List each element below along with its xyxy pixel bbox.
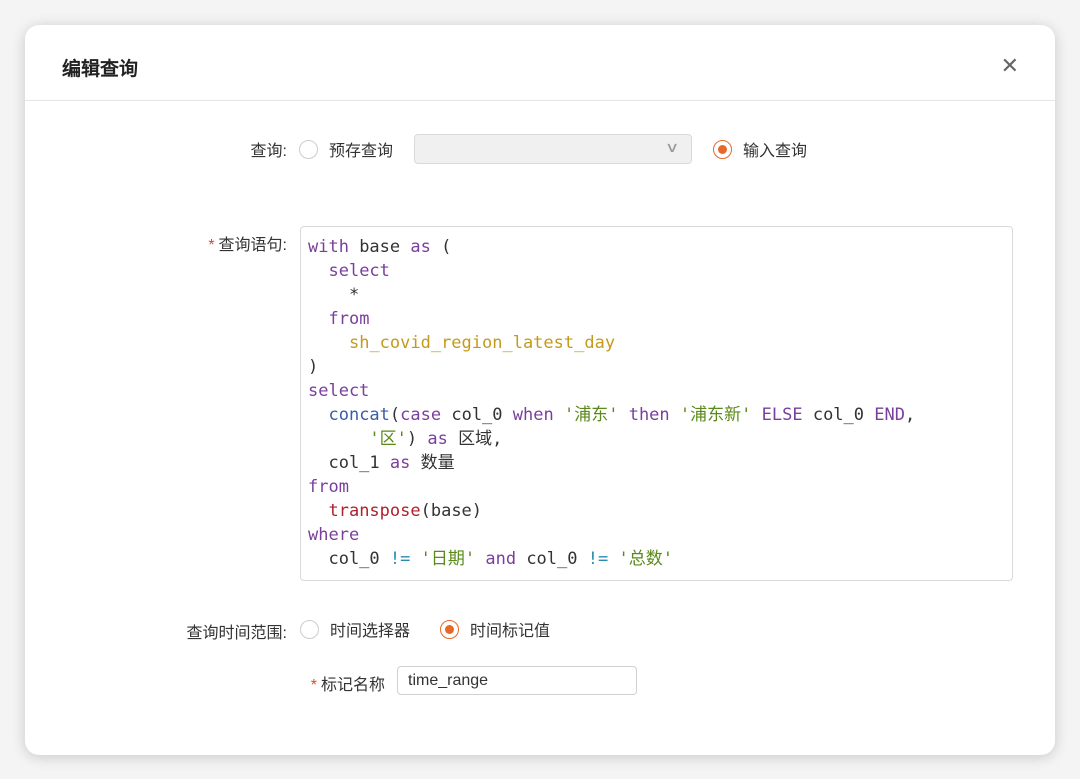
marker-name-label: * 标记名称 <box>265 671 385 695</box>
code-token: '浦东' <box>563 405 619 425</box>
code-token: with <box>308 237 349 257</box>
radio-label: 时间标记值 <box>470 623 551 640</box>
code-token: col_0 <box>802 405 875 425</box>
code-line: where <box>308 523 1005 547</box>
code-token: base <box>348 237 411 257</box>
code-line: transpose(base) <box>308 499 1005 523</box>
edit-query-dialog: 编辑查询 ✕ 查询: 预存查询 ∨ 输入查询 * 查询语句: with base … <box>25 25 1055 755</box>
code-token: ) <box>308 357 319 377</box>
code-line: with base as ( <box>308 235 1005 259</box>
chevron-down-icon: ∨ <box>664 139 680 155</box>
code-token: col_0 <box>308 549 390 569</box>
code-token: ( <box>389 405 401 425</box>
code-line: sh_covid_region_latest_day <box>308 331 1005 355</box>
code-line: from <box>308 475 1005 499</box>
code-token: select <box>328 261 390 281</box>
code-line: '区') as 区域, <box>308 427 1005 451</box>
radio-input-query[interactable]: 输入查询 <box>713 137 807 161</box>
code-token: select <box>308 381 370 401</box>
time-range-label: 查询时间范围: <box>186 625 287 642</box>
code-line: from <box>308 307 1005 331</box>
radio-label: 输入查询 <box>743 143 808 160</box>
code-token: , <box>904 405 916 425</box>
code-token: as <box>410 237 431 257</box>
code-token: * <box>308 285 360 305</box>
radio-circle-selected <box>713 139 732 159</box>
statement-label: * 查询语句: <box>175 231 287 255</box>
code-token: as <box>427 429 448 449</box>
saved-query-select[interactable]: ∨ <box>414 134 692 164</box>
code-token: != <box>389 549 411 569</box>
code-token: ( <box>430 237 452 257</box>
code-token: concat <box>328 405 390 425</box>
radio-time-marker[interactable]: 时间标记值 <box>440 617 550 641</box>
radio-circle <box>299 139 318 159</box>
code-token: (base) <box>420 501 483 521</box>
dialog-title: 编辑查询 <box>62 59 139 80</box>
radio-label: 时间选择器 <box>330 623 411 640</box>
code-token: col_1 <box>308 453 390 473</box>
dialog-header: 编辑查询 ✕ <box>25 25 1055 101</box>
code-line: * <box>308 283 1005 307</box>
code-token: case <box>400 405 442 425</box>
code-token: '总数' <box>618 549 673 569</box>
code-line: select <box>308 379 1005 403</box>
code-token: '日期' <box>420 549 476 569</box>
code-token: where <box>308 525 360 545</box>
code-token: != <box>587 549 609 569</box>
code-token: from <box>308 477 349 497</box>
code-token: sh_covid_region_latest_day <box>348 333 616 353</box>
code-token: '区' <box>369 429 407 449</box>
code-line: col_1 as 数量 <box>308 451 1005 475</box>
code-line: select <box>308 259 1005 283</box>
radio-circle-selected <box>440 619 459 639</box>
code-token: 数量 <box>410 453 455 473</box>
code-token: '浦东新' <box>679 405 752 425</box>
radio-circle <box>300 619 319 639</box>
code-token: col_0 <box>441 405 513 425</box>
required-mark: * <box>310 677 317 694</box>
radio-saved-query[interactable]: 预存查询 <box>299 137 393 161</box>
sql-editor[interactable]: with base as ( select * from sh_covid_re… <box>300 226 1013 581</box>
query-label: 查询: <box>250 143 287 160</box>
code-line: col_0 != '日期' and col_0 != '总数' <box>308 547 1005 571</box>
code-token: then <box>628 405 670 425</box>
code-line: concat(case col_0 when '浦东' then '浦东新' E… <box>308 403 1005 427</box>
marker-name-label-text: 标记名称 <box>320 677 385 694</box>
code-line: ) <box>308 355 1005 379</box>
radio-label: 预存查询 <box>329 143 394 160</box>
code-token: as <box>389 453 411 473</box>
code-token: and <box>485 549 517 569</box>
required-mark: * <box>208 237 215 254</box>
close-icon[interactable]: ✕ <box>1001 53 1019 79</box>
code-token: 区域, <box>447 429 503 449</box>
code-token: when <box>512 405 554 425</box>
code-token: ) <box>406 429 428 449</box>
marker-name-input[interactable]: time_range <box>397 666 637 695</box>
code-token: from <box>328 309 370 329</box>
code-token: END <box>874 405 905 425</box>
code-token: col_0 <box>516 549 588 569</box>
statement-label-text: 查询语句: <box>218 237 287 254</box>
code-token: transpose <box>328 501 421 521</box>
radio-time-picker[interactable]: 时间选择器 <box>300 617 410 641</box>
code-token: ELSE <box>761 405 803 425</box>
